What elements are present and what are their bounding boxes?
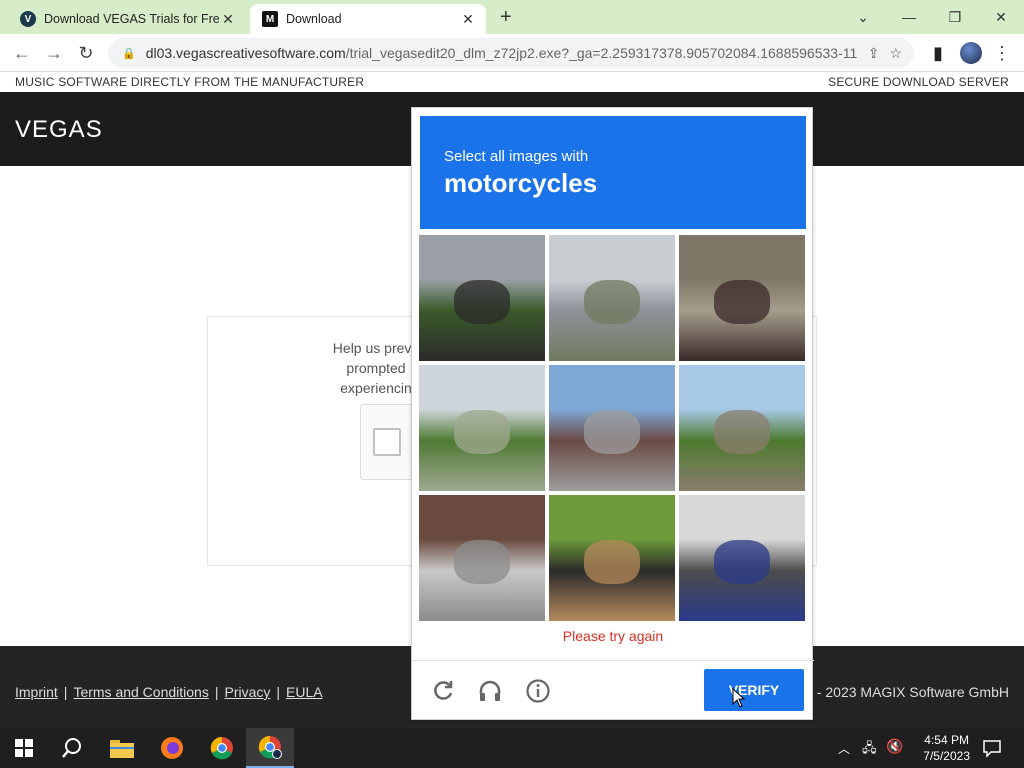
reload-captcha-icon[interactable] <box>428 676 458 706</box>
terms-link[interactable]: Terms and Conditions <box>73 684 208 700</box>
tile-object <box>454 280 510 324</box>
bookmark-star-icon[interactable]: ☆ <box>889 45 902 62</box>
tile-object <box>584 410 640 454</box>
audio-challenge-icon[interactable] <box>475 676 505 706</box>
imprint-link[interactable]: Imprint <box>15 684 58 700</box>
lock-icon: 🔒 <box>122 47 136 60</box>
info-icon[interactable] <box>523 676 553 706</box>
tab-vegas-trials[interactable]: V Download VEGAS Trials for Free | ✕ <box>8 4 246 34</box>
eula-link[interactable]: EULA <box>286 684 323 700</box>
tile-object <box>454 540 510 584</box>
captcha-tile-trees-street[interactable] <box>679 365 805 491</box>
tray-chevron-icon[interactable]: ︿ <box>838 740 850 757</box>
copyright: 3 - 2023 MAGIX Software GmbH <box>805 684 1009 700</box>
firefox-icon[interactable] <box>148 728 196 768</box>
captcha-tile-scooter-rider[interactable] <box>549 495 675 621</box>
tab-strip: V Download VEGAS Trials for Free | ✕ M D… <box>0 0 1024 34</box>
tile-object <box>714 410 770 454</box>
verify-button[interactable]: VERIFY <box>704 669 804 711</box>
top-banner: MUSIC SOFTWARE DIRECTLY FROM THE MANUFAC… <box>0 72 1024 92</box>
tagline: MUSIC SOFTWARE DIRECTLY FROM THE MANUFAC… <box>15 75 365 89</box>
secure-label: SECURE DOWNLOAD SERVER <box>828 75 1009 89</box>
captcha-header: Select all images with motorcycles <box>420 116 806 229</box>
notifications-icon[interactable] <box>982 738 1002 763</box>
vegas-favicon-icon: V <box>20 11 36 27</box>
share-icon[interactable]: ⇪ <box>868 45 880 62</box>
tile-object <box>584 280 640 324</box>
tile-object <box>454 410 510 454</box>
reload-icon[interactable]: ↻ <box>74 42 98 64</box>
captcha-tile-highway-overpass[interactable] <box>549 235 675 361</box>
vegas-logo[interactable]: VEGAS <box>15 116 103 144</box>
tab-title: Download VEGAS Trials for Free | <box>44 12 220 26</box>
privacy-link[interactable]: Privacy <box>224 684 270 700</box>
close-window-button[interactable]: ✕ <box>978 4 1024 30</box>
recaptcha-checkbox[interactable] <box>373 428 401 456</box>
file-explorer-icon[interactable] <box>98 728 146 768</box>
captcha-tile-car-stairs[interactable] <box>419 495 545 621</box>
browser-toolbar: ← → ↻ 🔒 dl03.vegascreativesoftware.com/t… <box>0 34 1024 72</box>
new-tab-button[interactable]: + <box>500 6 512 29</box>
captcha-target: motorcycles <box>444 168 598 198</box>
chrome-icon[interactable] <box>198 728 246 768</box>
captcha-tile-motorcycle-parked[interactable] <box>419 235 545 361</box>
menu-icon[interactable]: ⋮ <box>990 42 1014 64</box>
tab-download[interactable]: M Download ✕ <box>250 4 486 34</box>
captcha-error: Please try again <box>562 628 664 644</box>
chrome-profile-icon[interactable] <box>246 728 294 768</box>
mouse-cursor-icon <box>732 687 746 713</box>
restore-button[interactable]: ❐ <box>932 4 978 30</box>
captcha-tile-house-garden[interactable] <box>419 365 545 491</box>
close-tab-icon[interactable]: ✕ <box>460 11 476 28</box>
captcha-dialog: Select all images with motorcycles Pleas… <box>411 107 814 720</box>
close-tab-icon[interactable]: ✕ <box>220 11 236 28</box>
magix-favicon-icon: M <box>262 11 278 27</box>
captcha-tile-motorbike-sidecar[interactable] <box>679 495 805 621</box>
volume-muted-icon[interactable]: 🔇 <box>886 738 903 755</box>
minimize-button[interactable]: — <box>886 4 932 30</box>
url-text: dl03.vegascreativesoftware.com/trial_veg… <box>145 45 858 61</box>
tile-object <box>584 540 640 584</box>
profile-avatar[interactable] <box>960 42 982 64</box>
footer-links: Imprint | Terms and Conditions | Privacy | EUL… <box>15 684 323 700</box>
address-bar[interactable]: 🔒 dl03.vegascreativesoftware.com/trial_v… <box>108 38 914 68</box>
search-icon[interactable] <box>48 728 96 768</box>
system-clock[interactable]: 4:54 PM 7/5/2023 <box>923 732 970 764</box>
captcha-instruction: Select all images with <box>444 148 589 165</box>
network-icon[interactable]: 🖧 <box>862 739 877 761</box>
divider <box>412 660 814 661</box>
back-icon[interactable]: ← <box>10 42 34 64</box>
tile-object <box>714 280 770 324</box>
windows-start-icon[interactable] <box>0 728 48 768</box>
tab-search-icon[interactable]: ⌄ <box>840 4 886 30</box>
windows-taskbar: ︿ 🖧 🔇 4:54 PM 7/5/2023 <box>0 728 1024 768</box>
forward-icon[interactable]: → <box>42 42 66 64</box>
captcha-tile-city-street[interactable] <box>549 365 675 491</box>
tile-object <box>714 540 770 584</box>
sidepanel-icon[interactable]: ▮ <box>926 42 950 64</box>
tab-title: Download <box>286 12 342 26</box>
captcha-tile-motorcycle-rider-dirt[interactable] <box>679 235 805 361</box>
